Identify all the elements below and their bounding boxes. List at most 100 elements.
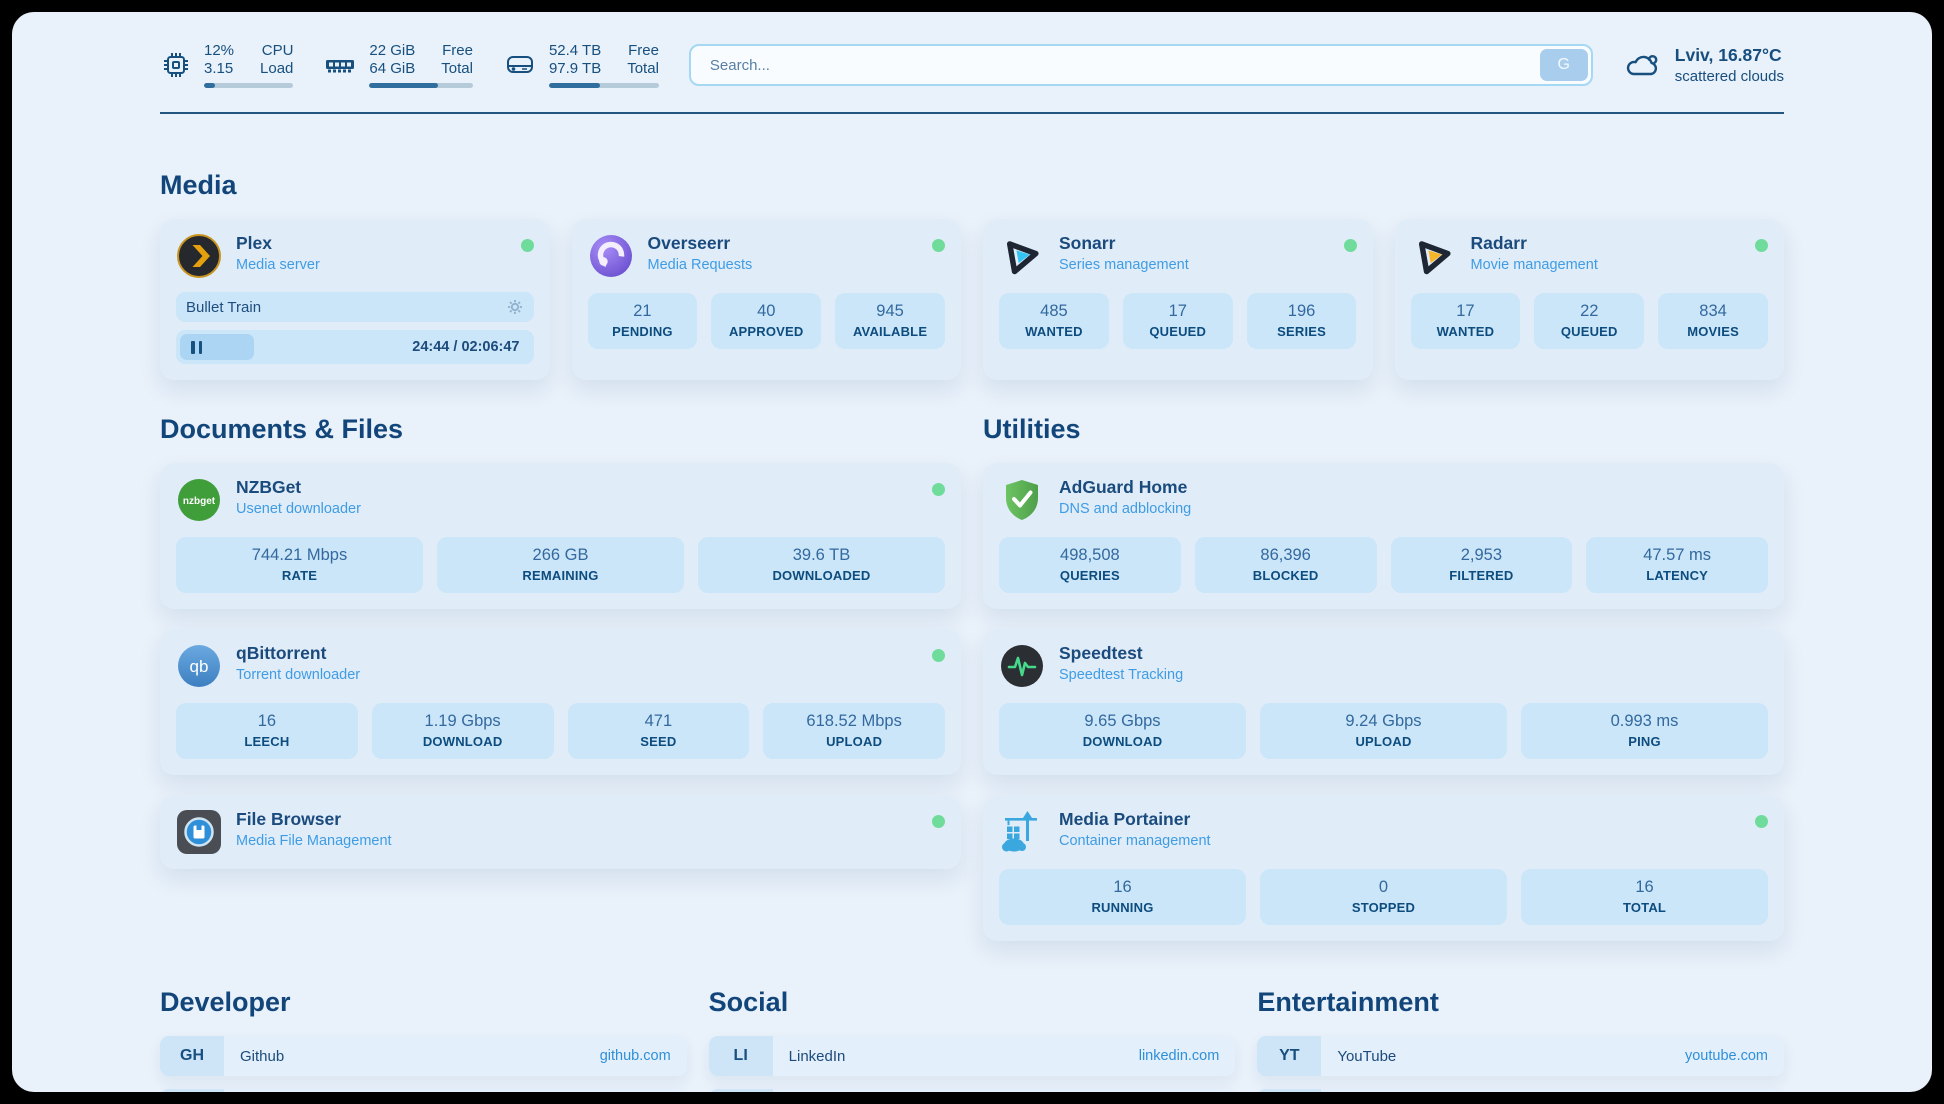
status-dot [932,239,945,252]
cpu-icon [160,49,192,81]
service-card-qbittorrent[interactable]: qb qBittorrent Torrent downloader 16LEEC… [160,629,961,775]
developer-section-title: Developer [160,987,687,1018]
memory-progress-bar [369,83,473,88]
memory-free-label: Free [441,42,473,60]
stat-box: 744.21 MbpsRATE [176,537,423,593]
bookmark-abbr: GH [160,1036,224,1076]
status-dot [1755,239,1768,252]
status-dot [932,483,945,496]
weather-condition: scattered clouds [1675,68,1784,85]
cpu-load-value: 3.15 [204,60,234,78]
memory-total-label: Total [441,60,473,78]
memory-icon [323,49,357,81]
bookmark-youtube[interactable]: YT YouTube youtube.com [1257,1036,1784,1076]
nzbget-icon: nzbget [176,477,222,523]
social-section-title: Social [709,987,1236,1018]
stat-box: 9.65 GbpsDOWNLOAD [999,703,1246,759]
now-playing-title: Bullet Train [186,299,261,316]
cloud-icon [1623,49,1663,81]
service-card-radarr[interactable]: Radarr Movie management 17WANTED 22QUEUE… [1395,219,1785,380]
bookmark-twitter[interactable]: TW Twitter twitter.com [709,1089,1236,1092]
status-dot [1755,815,1768,828]
stat-box: 9.24 GbpsUPLOAD [1260,703,1507,759]
media-section: Media Plex Media server [160,170,1784,380]
stat-box: 945AVAILABLE [835,293,945,349]
status-dot [1344,239,1357,252]
stat-box: 17QUEUED [1123,293,1233,349]
disk-free-label: Free [627,42,659,60]
gear-icon[interactable] [506,298,524,316]
service-subtitle: Movie management [1471,257,1742,273]
search-bar: G [689,44,1593,86]
bookmark-stackoverflow[interactable]: SO StackOverflow stackoverflow.com [160,1089,687,1092]
disk-progress-bar [549,83,659,88]
service-card-portainer[interactable]: Media Portainer Container management 16R… [983,795,1784,941]
service-card-nzbget[interactable]: nzbget NZBGet Usenet downloader 744.21 M… [160,463,961,609]
service-subtitle: Torrent downloader [236,667,918,683]
plex-icon [176,233,222,279]
stat-box: 471SEED [568,703,750,759]
bookmark-url[interactable]: youtube.com [1685,1048,1768,1064]
stat-box: 39.6 TBDOWNLOADED [698,537,945,593]
bookmark-name: YouTube [1337,1048,1396,1065]
portainer-icon [999,809,1045,855]
stat-box: 21PENDING [588,293,698,349]
load-label: Load [260,60,293,78]
bookmark-url[interactable]: linkedin.com [1139,1048,1220,1064]
stat-box: 618.52 MbpsUPLOAD [763,703,945,759]
search-input[interactable] [694,57,1540,74]
stat-box: 22QUEUED [1534,293,1644,349]
bookmark-abbr: YT [1257,1036,1321,1076]
bookmark-abbr: NF [1257,1089,1321,1092]
service-card-overseerr[interactable]: Overseerr Media Requests 21PENDING 40APP… [572,219,962,380]
bookmark-netflix[interactable]: NF Netflix netflix.com [1257,1089,1784,1092]
svg-text:qb: qb [190,657,209,676]
stat-box: 834MOVIES [1658,293,1768,349]
radarr-icon [1411,233,1457,279]
search-provider-button[interactable]: G [1540,49,1588,81]
weather-widget[interactable]: Lviv, 16.87°C scattered clouds [1623,45,1784,85]
stat-box: 196SERIES [1247,293,1357,349]
weather-location-temp: Lviv, 16.87°C [1675,45,1784,66]
service-title: NZBGet [236,477,918,498]
bookmark-github[interactable]: GH Github github.com [160,1036,687,1076]
bookmark-url[interactable]: github.com [600,1048,671,1064]
stat-box: 485WANTED [999,293,1109,349]
disk-icon [503,49,537,81]
service-title: Speedtest [1059,643,1768,664]
service-subtitle: Usenet downloader [236,501,918,517]
service-card-sonarr[interactable]: Sonarr Series management 485WANTED 17QUE… [983,219,1373,380]
status-dot [932,815,945,828]
stat-box: 16LEECH [176,703,358,759]
service-card-adguard[interactable]: AdGuard Home DNS and adblocking 498,508Q… [983,463,1784,609]
documents-section-title: Documents & Files [160,414,961,445]
stat-box: 498,508QUERIES [999,537,1181,593]
dashboard-page: 12% 3.15 CPU Load [12,12,1932,1092]
svg-text:nzbget: nzbget [183,496,216,507]
service-title: Sonarr [1059,233,1330,254]
status-dot [521,239,534,252]
service-card-plex[interactable]: Plex Media server Bullet Train 24:44 / 0… [160,219,550,380]
service-subtitle: Media File Management [236,833,918,849]
speedtest-icon [999,643,1045,689]
pause-icon [180,334,254,360]
stat-box: 2,953FILTERED [1391,537,1573,593]
service-subtitle: Media server [236,257,507,273]
bookmarks-developer: Developer GH Github github.com SO StackO… [160,987,687,1092]
stat-box: 16TOTAL [1521,869,1768,925]
service-card-speedtest[interactable]: Speedtest Speedtest Tracking 9.65 GbpsDO… [983,629,1784,775]
disk-total-label: Total [627,60,659,78]
stat-box: 40APPROVED [711,293,821,349]
adguard-icon [999,477,1045,523]
bookmarks-entertainment: Entertainment YT YouTube youtube.com NF … [1257,987,1784,1092]
status-dot [932,649,945,662]
cpu-progress-bar [204,83,293,88]
entertainment-section-title: Entertainment [1257,987,1784,1018]
service-title: qBittorrent [236,643,918,664]
stat-box: 0.993 msPING [1521,703,1768,759]
qbittorrent-icon: qb [176,643,222,689]
service-card-filebrowser[interactable]: File Browser Media File Management [160,795,961,869]
bookmark-linkedin[interactable]: LI LinkedIn linkedin.com [709,1036,1236,1076]
stat-box: 17WANTED [1411,293,1521,349]
disk-free-value: 52.4 TB [549,42,601,60]
